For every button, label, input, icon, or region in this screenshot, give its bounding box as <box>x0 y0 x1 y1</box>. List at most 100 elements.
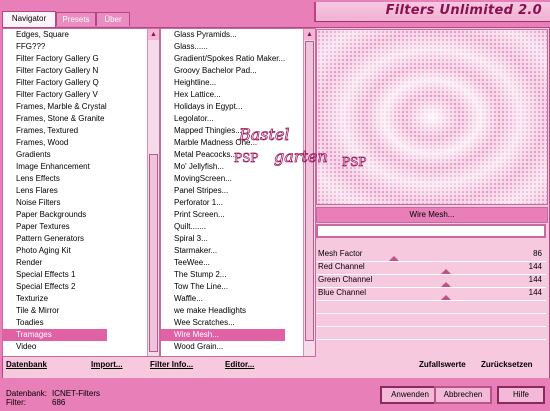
help-button[interactable]: Hilfe <box>497 386 545 404</box>
list-item[interactable]: Tramages <box>3 329 107 341</box>
list-item[interactable]: Special Effects 1 <box>3 269 107 281</box>
list-item[interactable]: Paper Textures <box>3 221 107 233</box>
list-item[interactable]: FFG??? <box>3 41 107 53</box>
list-item[interactable]: Video <box>3 341 107 353</box>
preview-pane <box>316 29 548 205</box>
filter-name-display: Wire Mesh... <box>316 207 548 223</box>
parameter-row[interactable]: Mesh Factor 86 <box>316 248 546 262</box>
parameter-label: Red Channel <box>318 262 365 271</box>
empty-row-divider <box>316 313 546 314</box>
category-scroll-thumb[interactable] <box>149 154 158 352</box>
list-item[interactable]: Legolator... <box>161 113 285 125</box>
parameter-label: Mesh Factor <box>318 249 363 258</box>
preview-image <box>317 30 547 204</box>
list-item[interactable]: Panel Stripes... <box>161 185 285 197</box>
random-values-button[interactable]: Zufallswerte <box>419 360 466 369</box>
list-item[interactable]: TeeWee... <box>161 257 285 269</box>
list-item[interactable]: Image Enhancement <box>3 161 107 173</box>
list-item[interactable]: Paper Backgrounds <box>3 209 107 221</box>
scroll-up-icon[interactable]: ▲ <box>148 29 159 40</box>
list-item[interactable]: Lens Effects <box>3 173 107 185</box>
filter-scroll-thumb[interactable] <box>305 41 314 341</box>
empty-row-divider <box>316 339 546 340</box>
list-item[interactable]: Special Effects 2 <box>3 281 107 293</box>
filter-count-value: 686 <box>52 398 66 407</box>
category-list-items: Edges, Square FFG??? Filter Factory Galler… <box>3 29 107 353</box>
scroll-up-icon[interactable]: ▲ <box>304 29 315 40</box>
tab-navigator[interactable]: Navigator <box>2 11 56 27</box>
list-item[interactable]: Print Screen... <box>161 209 285 221</box>
list-item[interactable]: Frames, Textured <box>3 125 107 137</box>
progress-bar <box>316 224 546 238</box>
title-bar: Filters Unlimited 2.0 Navigator Presets … <box>0 0 550 27</box>
empty-row-divider <box>316 326 546 327</box>
list-item[interactable]: Marble Madness One... <box>161 137 285 149</box>
database-label: Datenbank: <box>6 389 47 398</box>
list-item[interactable]: Wire Mesh... <box>161 329 286 341</box>
list-item[interactable]: Render <box>3 257 107 269</box>
tab-uber[interactable]: Über <box>96 12 130 26</box>
list-item[interactable]: Filter Factory Gallery V <box>3 89 107 101</box>
list-item[interactable]: Waffle... <box>161 293 285 305</box>
parameter-row[interactable]: Blue Channel 144 <box>316 287 546 301</box>
list-item[interactable]: Gradient/Spokes Ratio Maker... <box>161 53 285 65</box>
filter-info-button[interactable]: Filter Info... <box>150 360 193 369</box>
list-item[interactable]: The Stump 2... <box>161 269 285 281</box>
category-scrollbar[interactable]: ▲ <box>147 29 159 356</box>
list-item[interactable]: Glass...... <box>161 41 285 53</box>
list-item[interactable]: we make Headlights <box>161 305 285 317</box>
list-item[interactable]: Perforator 1... <box>161 197 285 209</box>
list-item[interactable]: Photo Aging Kit <box>3 245 107 257</box>
tab-presets[interactable]: Presets <box>56 12 96 26</box>
parameter-row[interactable]: Green Channel 144 <box>316 274 546 288</box>
list-item[interactable]: Wood Grain... <box>161 341 285 353</box>
list-item[interactable]: Pattern Generators <box>3 233 107 245</box>
list-item[interactable]: Holidays in Egypt... <box>161 101 285 113</box>
list-item[interactable]: Groovy Bachelor Pad... <box>161 65 285 77</box>
list-item[interactable]: Mo' Jellyfish... <box>161 161 285 173</box>
list-item[interactable]: Metal Peacocks... <box>161 149 285 161</box>
list-item[interactable]: Wee Scratches... <box>161 317 285 329</box>
parameter-row[interactable]: Red Channel 144 <box>316 261 546 275</box>
filter-list[interactable]: Glass Pyramids... Glass...... Gradient/Spo… <box>160 28 316 357</box>
database-value: ICNET-Filters <box>52 389 100 398</box>
list-item[interactable]: Mapped Thingies... <box>161 125 285 137</box>
list-item[interactable]: Glass Pyramids... <box>161 29 285 41</box>
reset-button[interactable]: Zurücksetzen <box>481 360 533 369</box>
apply-button[interactable]: Anwenden <box>380 386 440 404</box>
cancel-button[interactable]: Abbrechen <box>434 386 492 404</box>
import-button[interactable]: Import... <box>91 360 123 369</box>
list-item[interactable]: Texturize <box>3 293 107 305</box>
parameter-value: 144 <box>528 288 542 297</box>
filter-scrollbar[interactable]: ▲ <box>303 29 315 356</box>
editor-button[interactable]: Editor... <box>225 360 254 369</box>
database-button[interactable]: Datenbank <box>6 360 47 369</box>
category-list[interactable]: Edges, Square FFG??? Filter Factory Galler… <box>2 28 160 357</box>
list-item[interactable]: Frames, Marble & Crystal <box>3 101 107 113</box>
list-item[interactable]: Toadies <box>3 317 107 329</box>
list-item[interactable]: Hex Lattice... <box>161 89 285 101</box>
list-item[interactable]: Spiral 3... <box>161 233 285 245</box>
empty-row-divider <box>316 300 546 301</box>
list-item[interactable]: Starmaker... <box>161 245 285 257</box>
window-title: Filters Unlimited 2.0 <box>385 3 542 18</box>
list-item[interactable]: Filter Factory Gallery G <box>3 53 107 65</box>
parameter-value: 144 <box>528 275 542 284</box>
parameter-value: 86 <box>533 249 542 258</box>
list-item[interactable]: Gradients <box>3 149 107 161</box>
list-item[interactable]: Tow The Line... <box>161 281 285 293</box>
list-item[interactable]: Heightline... <box>161 77 285 89</box>
list-item[interactable]: Frames, Stone & Granite <box>3 113 107 125</box>
list-item[interactable]: Noise Filters <box>3 197 107 209</box>
list-item[interactable]: Tile & Mirror <box>3 305 107 317</box>
list-item[interactable]: Filter Factory Gallery Q <box>3 77 107 89</box>
list-item[interactable]: Edges, Square <box>3 29 107 41</box>
parameter-label: Blue Channel <box>318 288 367 297</box>
list-item[interactable]: Filter Factory Gallery N <box>3 65 107 77</box>
parameter-label: Green Channel <box>318 275 373 284</box>
list-item[interactable]: Quilt....... <box>161 221 285 233</box>
parameter-value: 144 <box>528 262 542 271</box>
list-item[interactable]: MovingScreen... <box>161 173 285 185</box>
list-item[interactable]: Lens Flares <box>3 185 107 197</box>
list-item[interactable]: Frames, Wood <box>3 137 107 149</box>
